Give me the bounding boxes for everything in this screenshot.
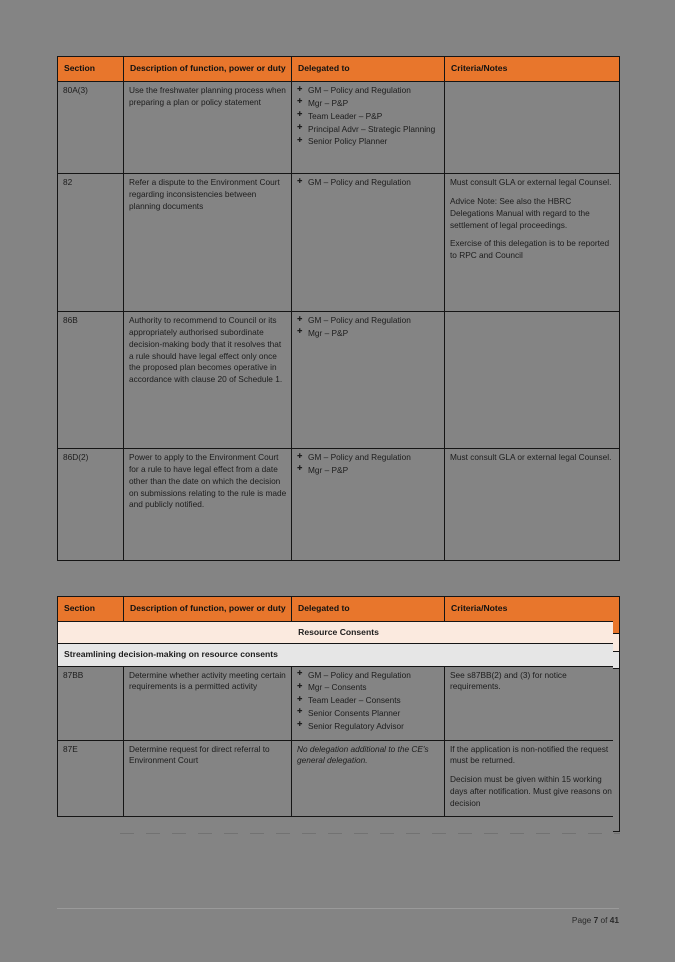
table-row: 80A(3) Use the freshwater planning proce… xyxy=(57,81,620,175)
cell-section: 82 xyxy=(57,173,124,313)
list-item: Mgr – P&P xyxy=(297,464,440,477)
criteria-paragraph: Must consult GLA or external legal Couns… xyxy=(450,452,612,463)
section-band-streamlining: Streamlining decision-making on resource… xyxy=(57,643,620,667)
cell-description: Determine whether activity meeting certa… xyxy=(123,665,292,741)
cell-description: Authority to recommend to Council or its… xyxy=(123,311,292,450)
cell-section: 80A(3) xyxy=(57,81,124,175)
cell-criteria: See s87BB(2) and (3) for notice requirem… xyxy=(444,665,620,741)
criteria-paragraph: Decision must be given within 15 working… xyxy=(450,774,612,808)
cell-delegated-to: No delegation additional to the CE's gen… xyxy=(291,739,445,817)
delegations-table-2: Section Description of function, power o… xyxy=(57,595,620,817)
delegated-to-list: GM – Policy and Regulation Mgr – P&P Tea… xyxy=(297,85,440,148)
table-header-row: Section Description of function, power o… xyxy=(57,55,620,83)
list-item: Team Leader – P&P xyxy=(297,110,440,123)
criteria-paragraph: If the application is non-notified the r… xyxy=(450,743,609,766)
list-item: Mgr – Consents xyxy=(297,682,440,694)
column-header-criteria: Criteria/Notes xyxy=(444,55,620,83)
delegated-to-list: GM – Policy and Regulation Mgr – P&P xyxy=(297,315,440,340)
cell-section: 86B xyxy=(57,311,124,450)
column-header-section: Section xyxy=(57,55,124,83)
cell-criteria xyxy=(444,81,620,175)
list-item: Senior Policy Planner xyxy=(297,136,440,148)
criteria-paragraph: Advice Note: See also the HBRC Delegatio… xyxy=(450,195,590,230)
table-header-row: Section Description of function, power o… xyxy=(57,595,620,623)
table-row: 87BB Determine whether activity meeting … xyxy=(57,665,620,741)
column-header-description: Description of function, power or duty xyxy=(123,55,292,83)
document-page: Section Description of function, power o… xyxy=(0,0,675,962)
list-item: GM – Policy and Regulation xyxy=(297,315,440,327)
delegations-table-1: Section Description of function, power o… xyxy=(57,55,620,562)
footer-of: of xyxy=(598,915,610,925)
column-header-description: Description of function, power or duty xyxy=(123,595,292,623)
list-item: Senior Consents Planner xyxy=(297,707,440,720)
page-footer: Page 7 of 41 xyxy=(57,908,619,925)
table-row: 82 Refer a dispute to the Environment Co… xyxy=(57,173,620,313)
section-band-row-minor: Streamlining decision-making on resource… xyxy=(57,643,620,667)
criteria-paragraph: Must consult GLA or external legal Couns… xyxy=(450,177,612,188)
cell-criteria xyxy=(444,311,620,450)
list-item: Senior Regulatory Advisor xyxy=(297,720,440,733)
table-row: 86B Authority to recommend to Council or… xyxy=(57,311,620,450)
delegated-to-list: GM – Policy and Regulation Mgr – P&P xyxy=(297,452,440,477)
column-header-criteria: Criteria/Notes xyxy=(444,595,620,623)
column-header-delegated-to: Delegated to xyxy=(291,55,445,83)
table-row: 87E Determine request for direct referra… xyxy=(57,739,620,817)
cell-criteria: If the application is non-notified the r… xyxy=(444,739,620,817)
column-header-delegated-to: Delegated to xyxy=(291,595,445,623)
cell-section: 87BB xyxy=(57,665,124,741)
footer-total-pages: 41 xyxy=(609,915,619,925)
criteria-paragraph: See s87BB(2) and (3) for notice requirem… xyxy=(450,669,567,692)
cell-delegated-to: GM – Policy and Regulation Mgr – P&P xyxy=(291,448,445,562)
column-header-section: Section xyxy=(57,595,124,623)
list-item: GM – Policy and Regulation xyxy=(297,452,440,464)
cell-delegated-to: GM – Policy and Regulation Mgr – Consent… xyxy=(291,665,445,741)
section-band-resource-consents: Resource Consents xyxy=(57,621,620,645)
cell-description: Refer a dispute to the Environment Court… xyxy=(123,173,292,313)
list-item: GM – Policy and Regulation xyxy=(297,85,440,97)
cell-delegated-to: GM – Policy and Regulation Mgr – P&P xyxy=(291,311,445,450)
delegated-to-list: GM – Policy and Regulation xyxy=(297,177,440,189)
section-band-row-major: Resource Consents xyxy=(57,621,620,645)
cell-delegated-to: GM – Policy and Regulation Mgr – P&P Tea… xyxy=(291,81,445,175)
cell-description: Use the freshwater planning process when… xyxy=(123,81,292,175)
page-break-indicator xyxy=(120,833,620,834)
sliver-minor-band xyxy=(613,652,619,669)
criteria-paragraph: Exercise of this delegation is to be rep… xyxy=(450,238,610,261)
list-item: GM – Policy and Regulation xyxy=(297,177,440,189)
sliver-major-band xyxy=(613,634,619,652)
cell-description: Power to apply to the Environment Court … xyxy=(123,448,292,562)
sliver-header-band xyxy=(613,597,619,634)
cell-section: 86D(2) xyxy=(57,448,124,562)
delegated-to-list: GM – Policy and Regulation Mgr – Consent… xyxy=(297,669,440,733)
list-item: GM – Policy and Regulation xyxy=(297,669,440,682)
cell-criteria: Must consult GLA or external legal Couns… xyxy=(444,173,620,313)
cell-criteria: Must consult GLA or external legal Couns… xyxy=(444,448,620,562)
cell-delegated-to: GM – Policy and Regulation xyxy=(291,173,445,313)
cell-section: 87E xyxy=(57,739,124,817)
table-row: 86D(2) Power to apply to the Environment… xyxy=(57,448,620,562)
cell-description: Determine request for direct referral to… xyxy=(123,739,292,817)
list-item: Mgr – P&P xyxy=(297,97,440,110)
table-right-edge-column xyxy=(613,596,620,832)
delegated-to-note: No delegation additional to the CE's gen… xyxy=(297,743,429,766)
list-item: Mgr – P&P xyxy=(297,327,440,340)
list-item: Team Leader – Consents xyxy=(297,695,440,707)
footer-page-prefix: Page xyxy=(571,915,594,925)
list-item: Principal Advr – Strategic Planning xyxy=(297,123,440,136)
